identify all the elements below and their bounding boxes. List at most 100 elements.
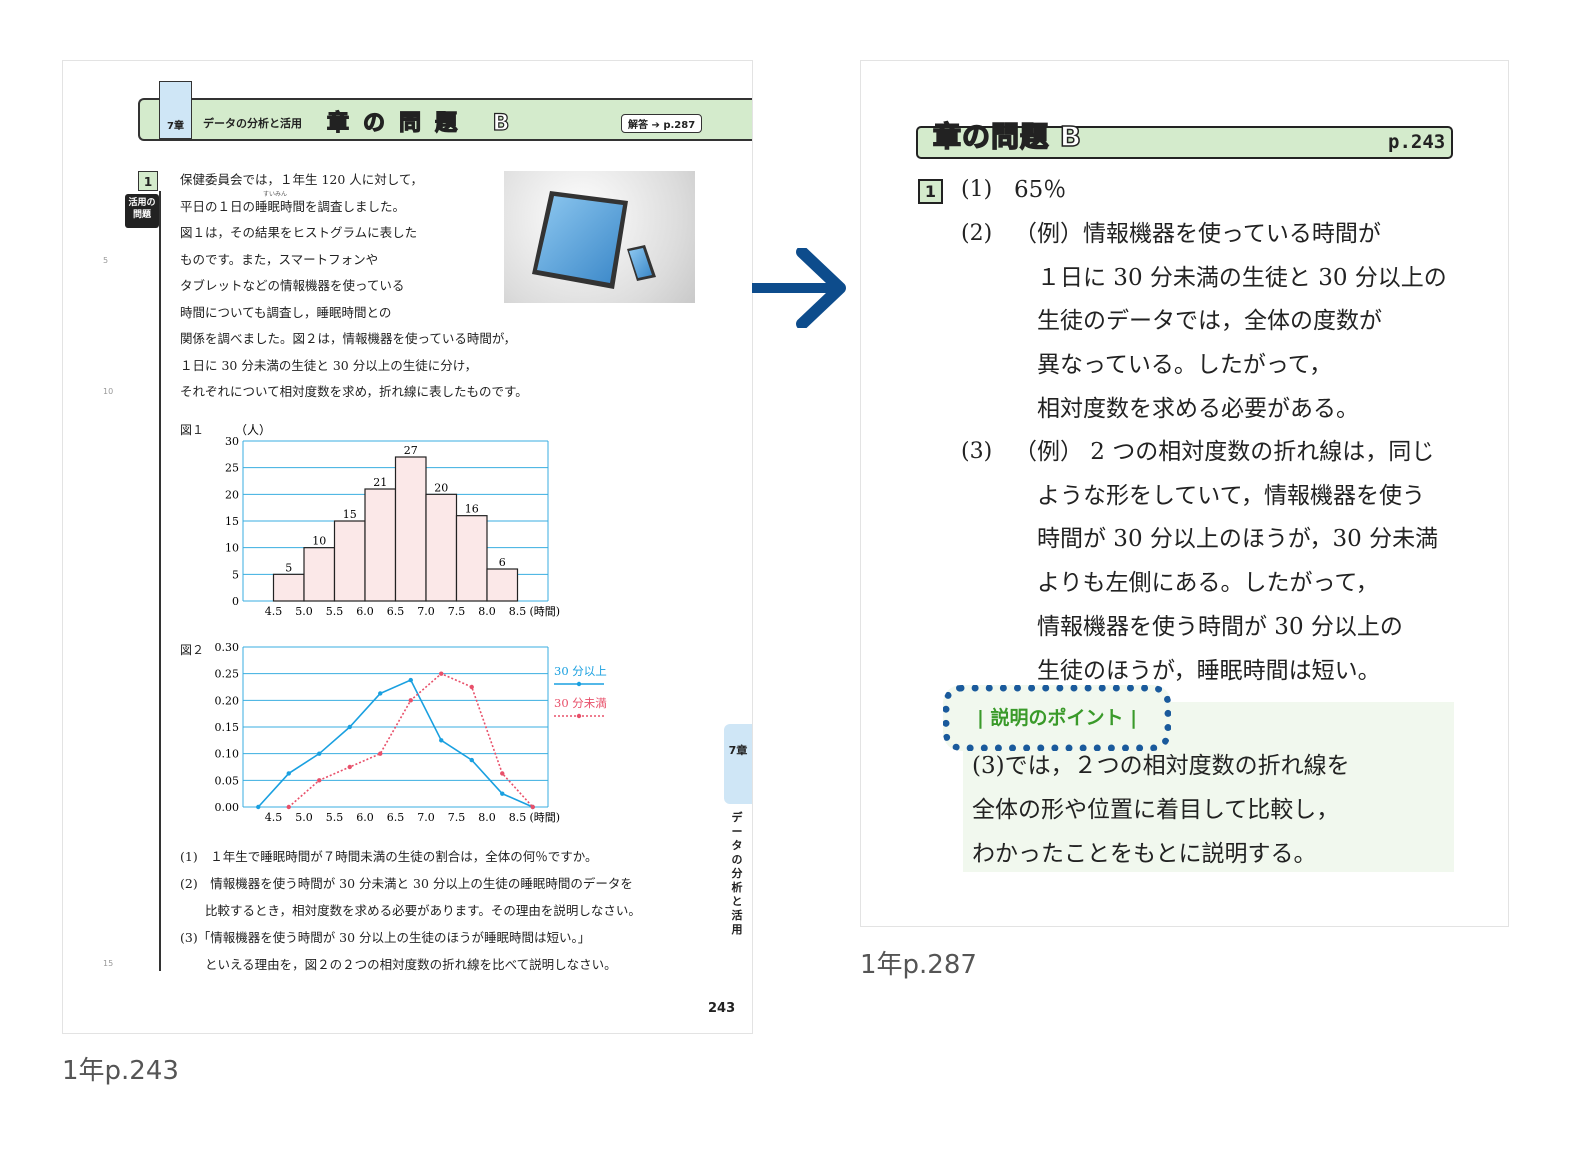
y-axis-unit: （人） [235,423,271,437]
bar-data-label: 10 [312,535,326,548]
y-tick-label: 0.30 [215,641,240,654]
y-tick-label: 30 [225,435,239,448]
series-point-2 [500,771,505,776]
series-point-1 [286,771,291,776]
explanation-point-tag: | 説明のポイント | [943,685,1171,751]
legend-label: 30 分未満 [554,696,607,710]
series-point-1 [469,757,474,763]
y-tick-label: 0.05 [215,774,240,787]
problem-number: 1 [138,171,158,191]
y-tick-label: 0.15 [215,721,240,734]
x-tick-label: 5.5 [326,811,344,824]
legend-marker [576,681,582,687]
histogram-bar [333,520,366,602]
series-point-2 [286,804,291,810]
x-tick-label: 8.0 [478,605,496,618]
problem-intro: 保健委員会では，１年生 120 人に対して， 平日の１日の睡眠時間を調査しました… [180,172,528,399]
side-chapter-tab: 7章 [724,724,752,804]
answer-label-3: (3) [961,439,993,464]
series-point-1 [347,724,352,730]
series-point-1 [378,691,383,696]
histogram-bar [425,493,458,602]
chapter-tab: 7章 [159,81,192,139]
bar-data-label: 15 [343,508,357,521]
answer-problem-number: 1 [918,179,943,204]
bar-data-label: 6 [499,556,506,569]
x-axis-unit: (時間) [530,605,561,618]
series-point-1 [317,751,322,756]
series-point-1 [439,738,444,743]
y-tick-label: 25 [225,462,239,475]
x-tick-label: 8.0 [478,811,496,824]
answer-1: 65％ [1014,177,1067,203]
y-tick-label: 20 [225,488,239,501]
x-tick-label: 4.5 [265,811,283,824]
figure-2-label: 図２ [180,643,205,657]
series-line-1 [257,679,534,808]
series-point-2 [469,684,474,690]
y-tick-label: 0.00 [215,801,240,814]
y-tick-label: 0 [232,595,239,608]
series-point-2 [378,751,383,756]
x-tick-label: 4.5 [265,605,283,618]
legend-label: 30 分以上 [554,664,607,678]
histogram-bar [272,573,305,602]
x-tick-label: 5.5 [326,605,344,618]
explanation-point-text: (3)では，２つの相対度数の折れ線を 全体の形や位置に着目して比較し， わかった… [972,753,1350,867]
problem-questions: (1) １年生で睡眠時間が７時間未満の生徒の割合は，全体の何％ですか。 (2) … [180,849,641,972]
series-point-2 [439,671,444,676]
answer-page-287: 章の問題 B p.243 1 (1) 65％ (2) （例）情報機器を使っている… [860,60,1509,927]
x-axis-unit: (時間) [530,811,561,824]
x-tick-label: 8.5 [509,605,527,618]
series-point-1 [256,804,261,810]
bar-data-label: 20 [434,481,448,494]
answer-2: （例）情報機器を使っている時間が １日に 30 分未満の生徒と 30 分以上の … [1014,221,1447,422]
x-tick-label: 6.5 [387,605,405,618]
x-tick-label: 7.0 [417,811,435,824]
x-tick-label: 6.0 [356,811,374,824]
histogram-bar [455,515,488,602]
answer-label-1: (1) [961,177,993,202]
x-tick-label: 6.5 [387,811,405,824]
y-tick-label: 0.10 [215,748,240,761]
right-caption: 1年p.287 [860,950,977,980]
y-tick-label: 15 [225,515,239,528]
answer-page-reference: p.243 [1388,131,1446,153]
x-tick-label: 7.5 [448,811,466,824]
x-tick-label: 7.0 [417,605,435,618]
x-tick-label: 7.5 [448,605,466,618]
series-point-2 [317,778,322,783]
answer-title: 章の問題 B [932,119,1083,154]
y-tick-label: 5 [232,568,239,581]
y-tick-label: 0.25 [215,668,240,681]
histogram-figure-1: （人） 0 5 10 15 20 25 30 5 10 15 21 27 20 16 6 4.5 5.0 5.5 6.… [225,423,561,618]
figure-1-label: 図１ [180,423,205,437]
activity-badge: 活用の問題 [125,194,159,228]
page-number: 243 [708,1001,736,1016]
line-number: 5 [103,256,109,265]
bar-data-label: 21 [373,476,387,489]
tablet-and-phone-icon [532,191,656,289]
left-caption: 1年p.243 [62,1056,179,1086]
x-tick-label: 5.0 [295,811,313,824]
line-number: 15 [103,959,114,968]
y-tick-label: 0.20 [215,694,240,707]
x-tick-label: 6.0 [356,605,374,618]
line-number: 10 [103,387,114,396]
tablet-photo [504,171,695,303]
right-arrow-icon [752,248,846,328]
chapter-subject: データの分析と活用 [203,117,302,130]
bar-data-label: 5 [285,561,292,574]
histogram-bar [486,568,519,602]
series-point-2 [530,804,535,810]
histogram-bar [364,488,397,602]
bar-data-label: 16 [465,503,479,516]
series-point-1 [500,791,505,796]
histogram-bar [303,547,336,602]
answer-reference: 解答 ➔ p.287 [621,114,703,133]
answer-3: （例） 2 つの相対度数の折れ線は，同じ ような形をしていて，情報機器を使う 時… [1014,439,1439,684]
histogram-bar [394,456,427,602]
series-point-2 [408,698,413,703]
side-subject-vertical: データの分析と活用 [731,811,743,936]
textbook-page-243: 7章 データの分析と活用 章の問題 B 解答 ➔ p.287 1 活用の問題 5… [62,60,753,1034]
